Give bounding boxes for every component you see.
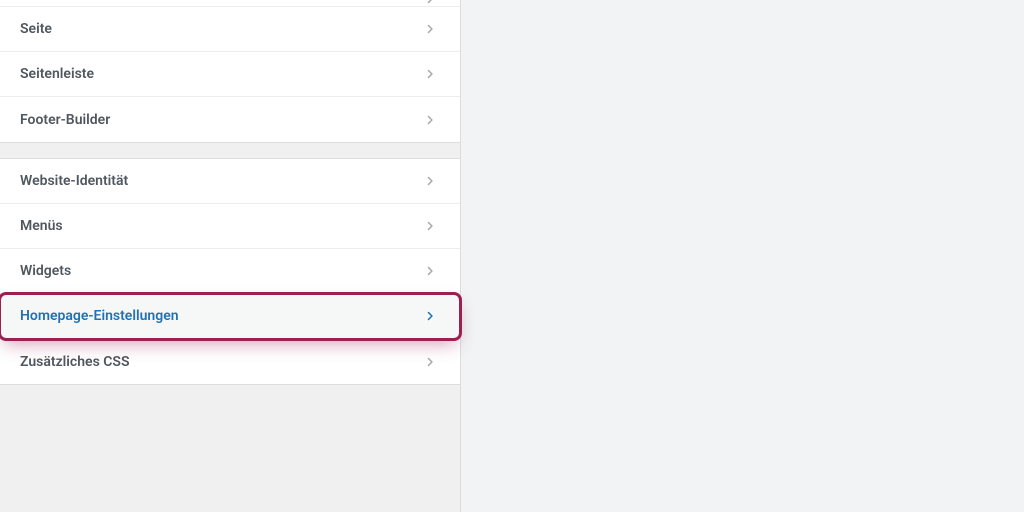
chevron-right-icon xyxy=(420,216,440,236)
nav-item-label: Footer-Builder xyxy=(20,112,110,128)
settings-group-1: Seite Seitenleiste Footer-Builder xyxy=(0,0,460,143)
nav-item-seitenleiste[interactable]: Seitenleiste xyxy=(0,52,460,97)
chevron-right-icon xyxy=(420,19,440,39)
nav-item-widgets[interactable]: Widgets xyxy=(0,249,460,294)
chevron-right-icon xyxy=(420,261,440,281)
nav-item-label: Zusätzliches CSS xyxy=(20,354,130,370)
preview-pane xyxy=(461,0,1024,512)
nav-item-label: Seitenleiste xyxy=(20,66,94,82)
nav-item-seite[interactable]: Seite xyxy=(0,7,460,52)
chevron-right-icon xyxy=(420,306,440,326)
nav-item-zusaetzliches-css[interactable]: Zusätzliches CSS xyxy=(0,339,460,384)
nav-item-label: Menüs xyxy=(20,218,63,234)
nav-item-homepage-einstellungen[interactable]: Homepage-Einstellungen xyxy=(0,294,460,339)
nav-item-partial-top[interactable] xyxy=(0,0,460,7)
nav-item-label: Widgets xyxy=(20,263,71,279)
nav-item-label: Seite xyxy=(20,21,52,37)
chevron-right-icon xyxy=(420,352,440,372)
nav-item-website-identitaet[interactable]: Website-Identität xyxy=(0,159,460,204)
chevron-right-icon xyxy=(420,171,440,191)
chevron-right-icon xyxy=(420,110,440,130)
settings-group-2: Website-Identität Menüs Widgets Homepage… xyxy=(0,158,460,385)
nav-item-label: Website-Identität xyxy=(20,173,128,189)
nav-item-menues[interactable]: Menüs xyxy=(0,204,460,249)
sidebar-empty-area xyxy=(0,385,460,512)
customizer-sidebar: Seite Seitenleiste Footer-Builder Websit… xyxy=(0,0,461,512)
nav-item-label: Homepage-Einstellungen xyxy=(20,308,179,324)
nav-item-footer-builder[interactable]: Footer-Builder xyxy=(0,97,460,142)
chevron-right-icon xyxy=(420,64,440,84)
